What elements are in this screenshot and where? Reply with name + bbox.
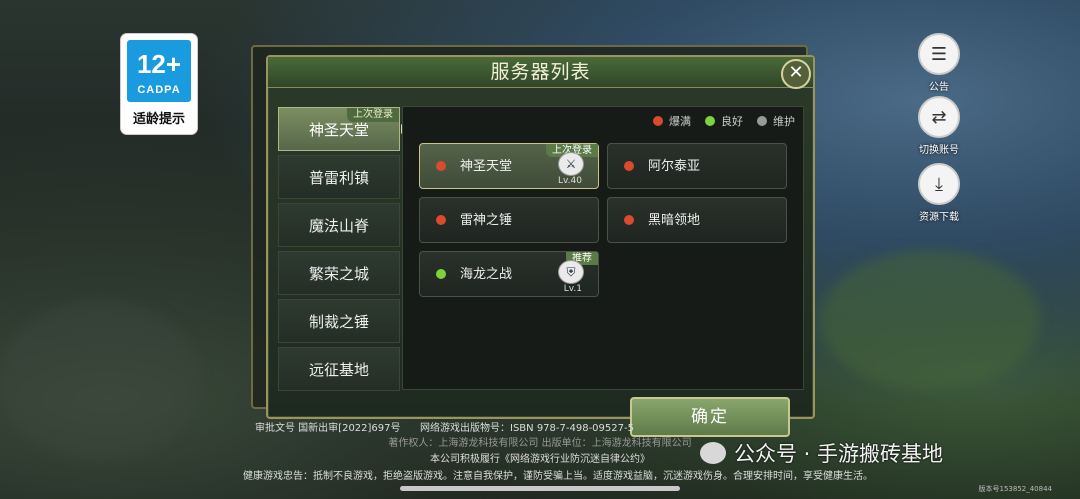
character-level: Lv.40 xyxy=(558,176,582,186)
age-rating-box: 12+ CADPA xyxy=(127,40,191,102)
last-login-tag: 上次登录 xyxy=(347,108,399,122)
character-level: Lv.1 xyxy=(563,284,582,294)
age-rating-number: 12+ xyxy=(136,49,182,79)
tab-server-group-2[interactable]: 普雷利镇 xyxy=(278,155,400,199)
tab-label: 普雷利镇 xyxy=(309,169,370,187)
server-card[interactable]: 黑暗领地 xyxy=(607,197,787,243)
status-maintenance-icon xyxy=(757,116,767,126)
watermark: 公众号 · 手游搬砖基地 xyxy=(700,438,943,468)
watermark-text: 公众号 · 手游搬砖基地 xyxy=(734,442,944,466)
notice-icon: ☰ xyxy=(918,33,960,75)
server-name: 阿尔泰亚 xyxy=(648,159,701,174)
switch-account-icon: ⇄ xyxy=(918,96,960,138)
server-name: 神圣天堂 xyxy=(460,159,513,174)
status-good-icon xyxy=(436,269,446,279)
close-icon[interactable]: ✕ xyxy=(781,59,811,89)
wechat-icon xyxy=(700,442,726,464)
server-card[interactable]: 海龙之战 推荐 ⛨ Lv.1 xyxy=(419,251,599,297)
status-full-icon xyxy=(436,161,446,171)
switch-account-label: 切换账号 xyxy=(919,145,959,156)
tab-server-group-3[interactable]: 魔法山脊 xyxy=(278,203,400,247)
health-advice: 健康游戏忠告：抵制不良游戏，拒绝盗版游戏。注意自我保护，谨防受骗上当。适度游戏益… xyxy=(243,471,873,482)
legend-full: 爆满 xyxy=(653,113,691,129)
server-card[interactable]: 阿尔泰亚 xyxy=(607,143,787,189)
status-full-icon xyxy=(653,116,663,126)
tab-server-group-6[interactable]: 远征基地 xyxy=(278,347,400,391)
server-card[interactable]: 神圣天堂 上次登录 ⚔ Lv.40 xyxy=(419,143,599,189)
tab-label: 繁荣之城 xyxy=(309,265,370,283)
status-good-icon xyxy=(705,116,715,126)
notice-label: 公告 xyxy=(929,82,949,93)
age-rating-org: CADPA xyxy=(137,84,181,96)
panel-title-bar: 服务器列表 ✕ xyxy=(268,57,813,89)
legend-label: 维护 xyxy=(773,115,795,128)
shield-icon: ⛨ xyxy=(558,260,584,284)
notice-button[interactable]: ☰ 公告 xyxy=(904,33,974,93)
server-card[interactable]: 雷神之锤 xyxy=(419,197,599,243)
legend-label: 良好 xyxy=(721,115,743,128)
server-grid: 爆满 良好 维护 神圣天堂 上次登录 ⚔ Lv.40 阿尔泰亚 雷神之锤 黑暗领… xyxy=(402,106,804,390)
tab-label: 制裁之锤 xyxy=(309,313,370,331)
status-full-icon xyxy=(436,215,446,225)
status-legend: 爆满 良好 维护 xyxy=(653,113,795,129)
server-name: 黑暗领地 xyxy=(648,213,701,228)
switch-account-button[interactable]: ⇄ 切换账号 xyxy=(904,96,974,156)
legend-label: 爆满 xyxy=(669,115,691,128)
home-indicator[interactable] xyxy=(400,486,680,491)
legend-good: 良好 xyxy=(705,113,743,129)
server-name: 海龙之战 xyxy=(460,267,513,282)
tab-label: 魔法山脊 xyxy=(309,217,370,235)
version-number: 版本号153852_40844 xyxy=(978,485,1053,493)
tab-label: 神圣天堂 xyxy=(309,121,370,139)
character-avatar-icon: ⚔ xyxy=(558,152,584,176)
legend-maintenance: 维护 xyxy=(757,113,795,129)
download-resources-button[interactable]: ⤓ 资源下载 xyxy=(904,163,974,223)
tab-label: 远征基地 xyxy=(309,361,370,379)
age-rating-badge: 12+ CADPA 适龄提示 xyxy=(121,34,197,134)
isbn-text: 网络游戏出版物号：ISBN 978-7-498-09527-5 xyxy=(420,423,634,434)
status-full-icon xyxy=(624,161,634,171)
age-rating-tip: 适龄提示 xyxy=(132,112,185,127)
download-icon: ⤓ xyxy=(918,163,960,205)
status-full-icon xyxy=(624,215,634,225)
download-resources-label: 资源下载 xyxy=(919,212,959,223)
server-group-tabs: 神圣天堂 上次登录 普雷利镇 魔法山脊 繁荣之城 制裁之锤 远征基地 xyxy=(278,107,407,395)
tab-server-group-4[interactable]: 繁荣之城 xyxy=(278,251,400,295)
server-list-panel: 服务器列表 ✕ 神圣天堂 上次登录 普雷利镇 魔法山脊 繁荣之城 制裁之锤 远征… xyxy=(266,55,815,419)
background-foliage xyxy=(820,250,1040,390)
server-name: 雷神之锤 xyxy=(460,213,513,228)
panel-title: 服务器列表 xyxy=(490,61,591,83)
tab-server-group-5[interactable]: 制裁之锤 xyxy=(278,299,400,343)
tab-server-group-1[interactable]: 神圣天堂 上次登录 xyxy=(278,107,407,151)
